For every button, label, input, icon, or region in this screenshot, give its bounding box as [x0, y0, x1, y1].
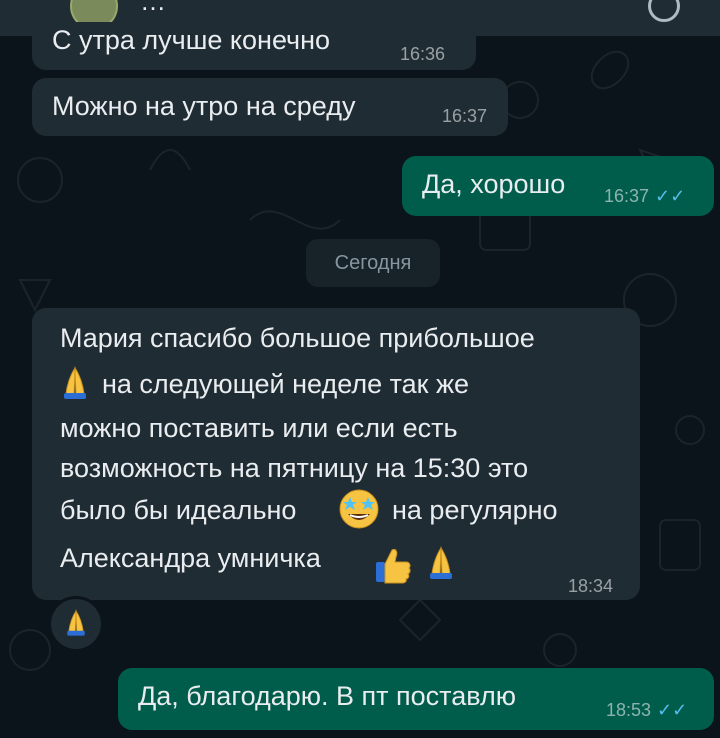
thumbs-up-emoji: [372, 544, 414, 595]
message-line: Александра умничка: [60, 543, 321, 573]
message-bubble-incoming[interactable]: Можно на утро на среду 16:37: [32, 78, 508, 136]
folded-hands-emoji: [60, 364, 90, 409]
message-bubble-incoming[interactable]: С утра лучше конечно 16:36: [32, 22, 476, 70]
message-line: возможность на пятницу на 15:30 это: [60, 453, 529, 483]
message-bubble-incoming[interactable]: Мария спасибо большое прибольшое на след…: [32, 308, 640, 600]
message-time: 18:53 ✓✓: [606, 698, 687, 722]
folded-hands-emoji: [426, 542, 456, 591]
message-time-value: 16:37: [604, 186, 650, 206]
message-bubble-outgoing[interactable]: Да, хорошо 16:37 ✓✓: [402, 156, 714, 216]
date-separator: Сегодня: [306, 239, 440, 287]
message-line: на регулярно: [392, 495, 558, 525]
message-line: на следующей неделе так же: [102, 369, 470, 399]
message-time-value: 18:53: [606, 700, 652, 720]
message-time: 18:34: [568, 576, 614, 596]
message-text: Да, хорошо: [422, 169, 566, 199]
double-check-icon: ✓✓: [655, 186, 686, 206]
double-check-icon: ✓✓: [657, 700, 688, 720]
message-time: 16:37 ✓✓: [604, 184, 685, 208]
contact-name[interactable]: …: [140, 0, 166, 17]
message-time: 16:37: [442, 106, 488, 126]
star-struck-emoji: [338, 488, 380, 539]
message-text: Да, благодарю. В пт поставлю: [138, 681, 516, 711]
message-reaction[interactable]: [48, 596, 104, 652]
message-text: Можно на утро на среду: [52, 91, 356, 121]
message-text: С утра лучше конечно: [52, 25, 331, 55]
message-line: можно поставить или если есть: [60, 413, 458, 443]
call-icon[interactable]: [648, 0, 680, 22]
message-line: было бы идеально: [60, 495, 297, 525]
message-time: 16:36: [400, 44, 446, 64]
folded-hands-emoji: [64, 607, 88, 642]
message-line: Мария спасибо большое прибольшое: [60, 323, 535, 353]
message-bubble-outgoing[interactable]: Да, благодарю. В пт поставлю 18:53 ✓✓: [118, 668, 714, 730]
